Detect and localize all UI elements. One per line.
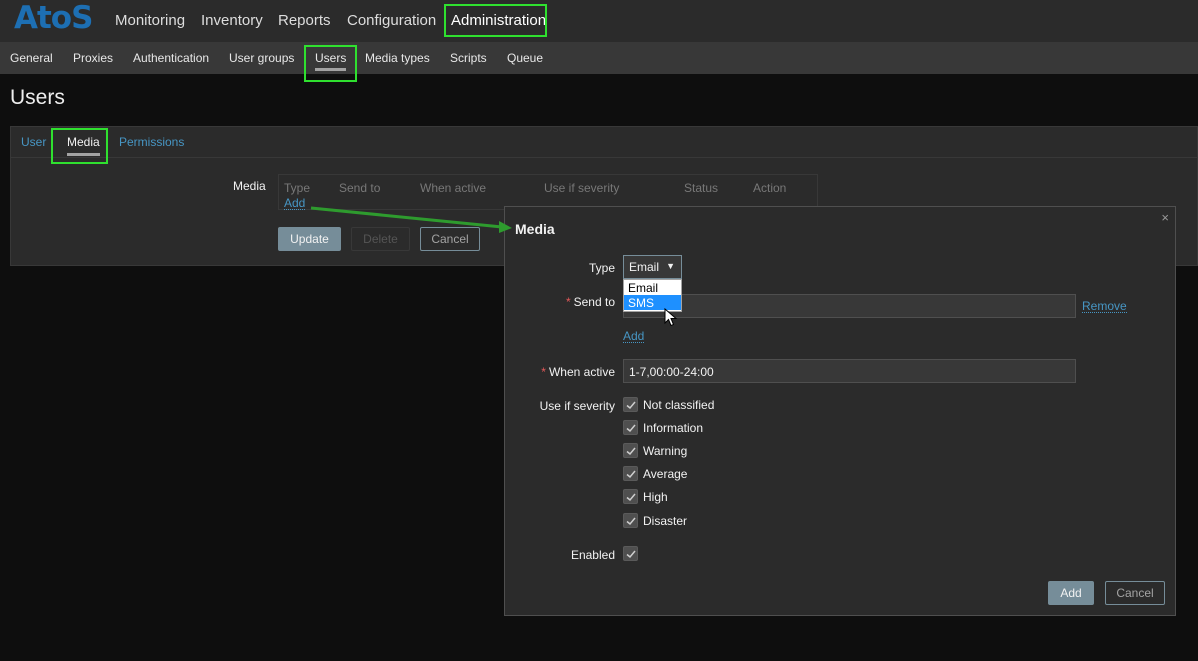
atos-logo[interactable]: AtoS: [14, 0, 93, 36]
nav-configuration[interactable]: Configuration: [347, 12, 436, 29]
close-icon[interactable]: ×: [1161, 210, 1169, 225]
subnav-user-groups[interactable]: User groups: [229, 51, 294, 65]
media-table: Type Send to When active Use if severity…: [278, 174, 818, 210]
nav-monitoring[interactable]: Monitoring: [115, 12, 185, 29]
update-button[interactable]: Update: [278, 227, 341, 251]
send-to-input[interactable]: [623, 294, 1076, 318]
tab-user[interactable]: User: [21, 135, 46, 149]
col-status: Status: [684, 181, 719, 195]
page-title: Users: [10, 86, 65, 109]
mouse-cursor-icon: [664, 308, 678, 327]
required-marker: *: [541, 365, 546, 379]
enabled-checkbox[interactable]: [623, 546, 638, 561]
dialog-title: Media: [515, 221, 555, 237]
subnav-general[interactable]: General: [10, 51, 53, 65]
checkbox-icon[interactable]: [623, 420, 638, 435]
required-marker: *: [565, 295, 571, 309]
type-label: Type: [588, 261, 615, 275]
remove-link[interactable]: Remove: [1082, 300, 1127, 313]
dialog-add-button[interactable]: Add: [1048, 581, 1094, 605]
add-media-link[interactable]: Add: [284, 197, 306, 210]
col-send-to: Send to: [339, 181, 381, 195]
col-use-if-severity: Use if severity: [544, 181, 620, 195]
checkbox-icon[interactable]: [623, 397, 638, 412]
subnav-queue[interactable]: Queue: [507, 51, 543, 65]
when-active-label: * When active: [541, 365, 615, 379]
send-to-label: * Send to: [565, 295, 615, 309]
type-select-value: Email: [629, 260, 660, 274]
nav-inventory[interactable]: Inventory: [201, 12, 263, 29]
use-if-severity-label: Use if severity: [539, 399, 615, 413]
nav-administration[interactable]: Administration: [451, 12, 546, 29]
nav-reports[interactable]: Reports: [278, 12, 331, 29]
form-tabs: User Media Permissions: [11, 127, 1197, 158]
media-label: Media: [233, 179, 266, 193]
when-active-input[interactable]: 1-7,00:00-24:00: [623, 359, 1076, 383]
subnav-proxies[interactable]: Proxies: [73, 51, 113, 65]
type-option-email[interactable]: Email: [624, 280, 681, 295]
checkbox-icon[interactable]: [623, 489, 638, 504]
caret-down-icon: ▼: [666, 261, 675, 271]
enabled-label: Enabled: [570, 548, 615, 562]
subnav-authentication[interactable]: Authentication: [133, 51, 209, 65]
col-action: Action: [753, 181, 787, 195]
top-navigation: AtoS Monitoring Inventory Reports Config…: [0, 0, 1198, 43]
delete-button: Delete: [351, 227, 410, 251]
tab-media[interactable]: Media: [67, 135, 100, 156]
checkbox-icon[interactable]: [623, 513, 638, 528]
subnav-scripts[interactable]: Scripts: [450, 51, 487, 65]
cancel-button[interactable]: Cancel: [420, 227, 480, 251]
sub-navigation: General Proxies Authentication User grou…: [0, 43, 1198, 74]
add-send-to-link[interactable]: Add: [623, 330, 645, 343]
checkbox-icon[interactable]: [623, 443, 638, 458]
type-select[interactable]: Email ▼: [623, 255, 682, 279]
tab-permissions[interactable]: Permissions: [119, 135, 184, 149]
subnav-users[interactable]: Users: [315, 51, 347, 71]
col-type: Type: [284, 181, 311, 195]
checkbox-icon[interactable]: [623, 466, 638, 481]
dialog-cancel-button[interactable]: Cancel: [1105, 581, 1165, 605]
media-dialog: Media × Type Email ▼ Email SMS * Send to …: [504, 206, 1176, 616]
subnav-media-types[interactable]: Media types: [365, 51, 430, 65]
col-when-active: When active: [420, 181, 487, 195]
